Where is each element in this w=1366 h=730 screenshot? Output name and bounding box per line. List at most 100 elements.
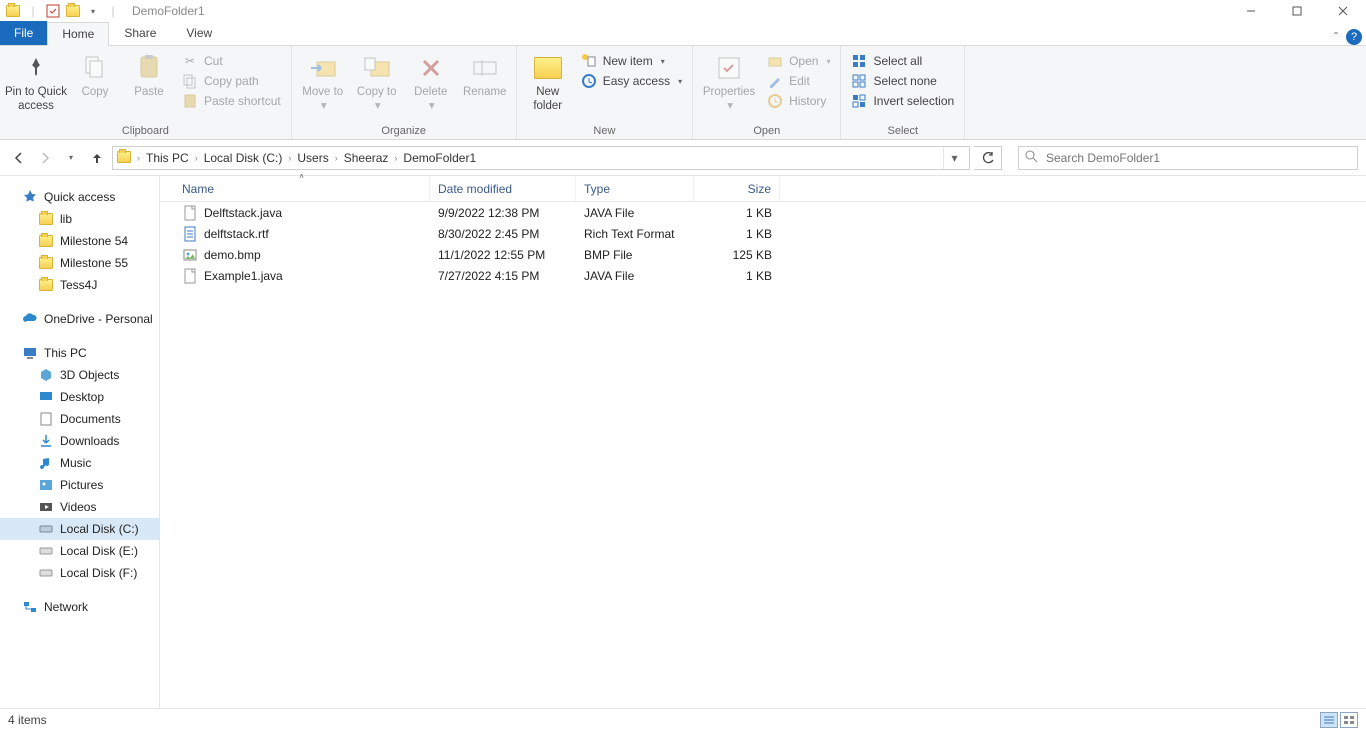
sidebar-onedrive[interactable]: OneDrive - Personal [0,308,159,330]
copy-button[interactable]: Copy [68,48,122,100]
rename-button[interactable]: Rename [458,48,512,100]
tab-view[interactable]: View [171,21,227,45]
file-row[interactable]: Example1.java7/27/2022 4:15 PMJAVA File1… [160,265,1366,286]
properties-button[interactable]: Properties▾ [697,48,761,114]
sidebar-item-milestone55[interactable]: Milestone 55 [0,252,159,274]
qat-dropdown-icon[interactable]: ▾ [84,2,102,20]
sidebar-item-3d-objects[interactable]: 3D Objects [0,364,159,386]
file-type: JAVA File [576,206,694,220]
easy-access-button[interactable]: Easy access▾ [575,72,688,90]
delete-button[interactable]: Delete▾ [404,48,458,114]
sidebar-this-pc[interactable]: This PC [0,342,159,364]
chevron-right-icon: › [394,153,397,163]
this-pc-icon [22,345,38,361]
edit-button[interactable]: Edit [761,72,836,90]
paste-button[interactable]: Paste [122,48,176,100]
nav-bar: ▾ › This PC › Local Disk (C:) › Users › … [0,140,1366,176]
nav-pane[interactable]: Quick access lib Milestone 54 Milestone … [0,176,160,708]
pin-quick-access-button[interactable]: Pin to Quick access [4,48,68,114]
sidebar-item-local-disk-f[interactable]: Local Disk (F:) [0,562,159,584]
invert-selection-button[interactable]: Invert selection [845,92,960,110]
file-row[interactable]: delftstack.rtf 8/30/2022 2:45 PMRich Text… [160,223,1366,244]
breadcrumb[interactable]: Users [293,151,332,165]
chevron-down-icon: ▾ [321,100,327,114]
select-none-icon [851,73,867,89]
file-row[interactable]: Delftstack.java9/9/2022 12:38 PMJAVA Fil… [160,202,1366,223]
tab-file[interactable]: File [0,21,47,45]
breadcrumb[interactable]: Sheeraz [340,151,393,165]
sidebar-item-desktop[interactable]: Desktop [0,386,159,408]
sidebar-quick-access[interactable]: Quick access [0,186,159,208]
file-date: 8/30/2022 2:45 PM [430,227,576,241]
disk-icon [38,543,54,559]
cut-icon: ✂ [182,53,198,69]
file-type: Rich Text Format [576,227,694,241]
sidebar-item-downloads[interactable]: Downloads [0,430,159,452]
sidebar-item-lib[interactable]: lib [0,208,159,230]
recent-dropdown-icon[interactable]: ▾ [60,147,82,169]
file-name: delftstack.rtf [204,227,269,241]
breadcrumb[interactable]: DemoFolder1 [399,151,480,165]
col-name[interactable]: Name˄ [174,176,430,201]
forward-button[interactable] [34,147,56,169]
column-headers: Name˄ Date modified Type Size [160,176,1366,202]
copy-path-button[interactable]: Copy path [176,72,287,90]
address-dropdown-icon[interactable]: ▾ [943,147,965,169]
refresh-button[interactable] [974,146,1002,170]
sidebar-item-videos[interactable]: Videos [0,496,159,518]
ribbon-collapse-icon[interactable]: ˆ [1334,30,1338,44]
edit-icon [767,73,783,89]
col-type[interactable]: Type [576,176,694,201]
move-to-button[interactable]: Move to▾ [296,48,350,114]
delete-icon [415,52,447,84]
open-button[interactable]: Open▾ [761,52,836,70]
qat-properties-icon[interactable] [44,2,62,20]
disk-icon [38,521,54,537]
tab-home[interactable]: Home [47,22,109,46]
sidebar-item-music[interactable]: Music [0,452,159,474]
copy-path-icon [182,73,198,89]
sidebar-item-documents[interactable]: Documents [0,408,159,430]
history-button[interactable]: History [761,92,836,110]
tab-share[interactable]: Share [109,21,171,45]
breadcrumb[interactable]: This PC [142,151,193,165]
select-all-button[interactable]: Select all [845,52,960,70]
sidebar-network[interactable]: Network [0,596,159,618]
copy-icon [79,52,111,84]
address-folder-icon [117,151,133,165]
sidebar-item-pictures[interactable]: Pictures [0,474,159,496]
sidebar-item-local-disk-c[interactable]: Local Disk (C:) [0,518,159,540]
file-size: 1 KB [694,206,780,220]
minimize-button[interactable] [1228,0,1274,22]
chevron-down-icon: ▾ [678,77,682,86]
search-box[interactable] [1018,146,1358,170]
view-large-icons-button[interactable] [1340,712,1358,728]
view-details-button[interactable] [1320,712,1338,728]
maximize-button[interactable] [1274,0,1320,22]
file-date: 9/9/2022 12:38 PM [430,206,576,220]
qat-folder2-icon[interactable] [64,2,82,20]
quick-access-icon [22,189,38,205]
copy-to-button[interactable]: Copy to▾ [350,48,404,114]
paste-shortcut-button[interactable]: Paste shortcut [176,92,287,110]
search-input[interactable] [1046,151,1351,165]
file-row[interactable]: demo.bmp11/1/2022 12:55 PMBMP File125 KB [160,244,1366,265]
select-none-button[interactable]: Select none [845,72,960,90]
new-item-icon [581,53,597,69]
col-size[interactable]: Size [694,176,780,201]
file-date: 11/1/2022 12:55 PM [430,248,576,262]
back-button[interactable] [8,147,30,169]
address-bar[interactable]: › This PC › Local Disk (C:) › Users › Sh… [112,146,970,170]
sidebar-item-local-disk-e[interactable]: Local Disk (E:) [0,540,159,562]
sidebar-item-milestone54[interactable]: Milestone 54 [0,230,159,252]
new-folder-button[interactable]: New folder [521,48,575,114]
col-date[interactable]: Date modified [430,176,576,201]
close-button[interactable] [1320,0,1366,22]
breadcrumb[interactable]: Local Disk (C:) [200,151,287,165]
group-new: New folder New item▾ Easy access▾ New [517,46,693,139]
new-item-button[interactable]: New item▾ [575,52,688,70]
cut-button[interactable]: ✂Cut [176,52,287,70]
help-icon[interactable]: ? [1346,29,1362,45]
up-button[interactable] [86,147,108,169]
sidebar-item-tess4j[interactable]: Tess4J [0,274,159,296]
